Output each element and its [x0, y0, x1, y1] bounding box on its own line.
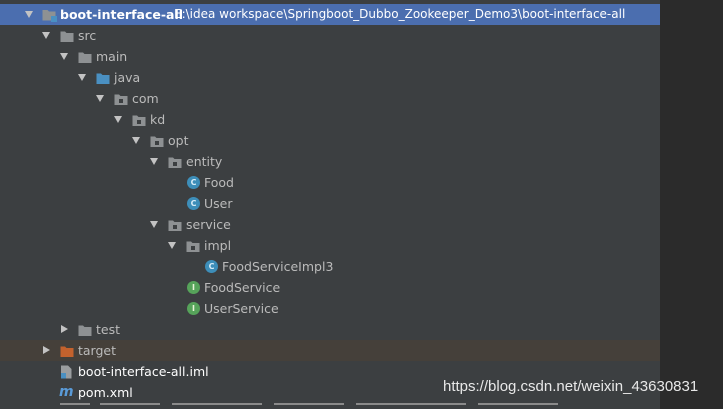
tree-row-impl[interactable]: impl: [0, 235, 660, 256]
collapse-arrow-icon[interactable]: [132, 137, 140, 144]
tree-row-food-service-impl3[interactable]: C FoodServiceImpl3: [0, 256, 660, 277]
collapse-arrow-icon[interactable]: [42, 32, 50, 39]
class-icon: C: [187, 197, 200, 210]
watermark-text: https://blog.csdn.net/weixin_43630831: [443, 378, 699, 395]
tree-label: boot-interface-all.iml: [78, 364, 209, 379]
tree-row-kd[interactable]: kd: [0, 109, 660, 130]
tree-row-user[interactable]: C User: [0, 193, 660, 214]
tree-label: impl: [204, 238, 232, 253]
tree-row-com[interactable]: com: [0, 88, 660, 109]
collapse-arrow-icon[interactable]: [168, 242, 176, 249]
tree-row-test[interactable]: test: [0, 319, 660, 340]
tree-row-main[interactable]: main: [0, 46, 660, 67]
tree-row-food-service[interactable]: I FoodService: [0, 277, 660, 298]
expand-arrow-icon[interactable]: [43, 346, 50, 354]
tree-label: pom.xml: [78, 385, 133, 400]
tree-label: main: [96, 49, 128, 64]
tree-row-food[interactable]: C Food: [0, 172, 660, 193]
tree-row-module-root[interactable]: boot-interface-all E:\idea workspace\Spr…: [0, 4, 660, 25]
tree-label: FoodService: [204, 280, 281, 295]
collapse-arrow-icon[interactable]: [60, 53, 68, 60]
tree-label: opt: [168, 133, 189, 148]
tree-row-opt[interactable]: opt: [0, 130, 660, 151]
expand-arrow-icon[interactable]: [61, 325, 68, 333]
tree-label: target: [78, 343, 117, 358]
tree-row-user-service[interactable]: I UserService: [0, 298, 660, 319]
tree-row-src[interactable]: src: [0, 25, 660, 46]
collapse-arrow-icon[interactable]: [150, 158, 158, 165]
editor-gutter: [660, 0, 723, 409]
interface-icon: I: [187, 281, 200, 294]
tree-row-service[interactable]: service: [0, 214, 660, 235]
class-icon: C: [187, 176, 200, 189]
tree-label: UserService: [204, 301, 279, 316]
tree-label: FoodServiceImpl3: [222, 259, 334, 274]
tree-label: test: [96, 322, 121, 337]
interface-icon: I: [187, 302, 200, 315]
tree-row-entity[interactable]: entity: [0, 151, 660, 172]
tree-label: com: [132, 91, 159, 106]
maven-icon: m: [59, 384, 74, 400]
tree-label: src: [78, 28, 97, 43]
collapse-arrow-icon[interactable]: [150, 221, 158, 228]
collapse-arrow-icon[interactable]: [25, 11, 33, 18]
module-path: E:\idea workspace\Springboot_Dubbo_Zooke…: [174, 7, 626, 21]
collapse-arrow-icon[interactable]: [78, 74, 86, 81]
module-name: boot-interface-all: [60, 7, 184, 22]
collapse-arrow-icon[interactable]: [114, 116, 122, 123]
clipped-row-fragment: [60, 403, 600, 405]
tree-row-java[interactable]: java: [0, 67, 660, 88]
tree-label: service: [186, 217, 231, 232]
tree-row-target[interactable]: target: [0, 340, 660, 361]
class-icon: C: [205, 260, 218, 273]
tree-label: entity: [186, 154, 223, 169]
tree-label: java: [114, 70, 141, 85]
project-tree-panel: boot-interface-all E:\idea workspace\Spr…: [0, 0, 660, 409]
tree-label: kd: [150, 112, 166, 127]
collapse-arrow-icon[interactable]: [96, 95, 104, 102]
tree-label: Food: [204, 175, 234, 190]
tree-label: User: [204, 196, 233, 211]
